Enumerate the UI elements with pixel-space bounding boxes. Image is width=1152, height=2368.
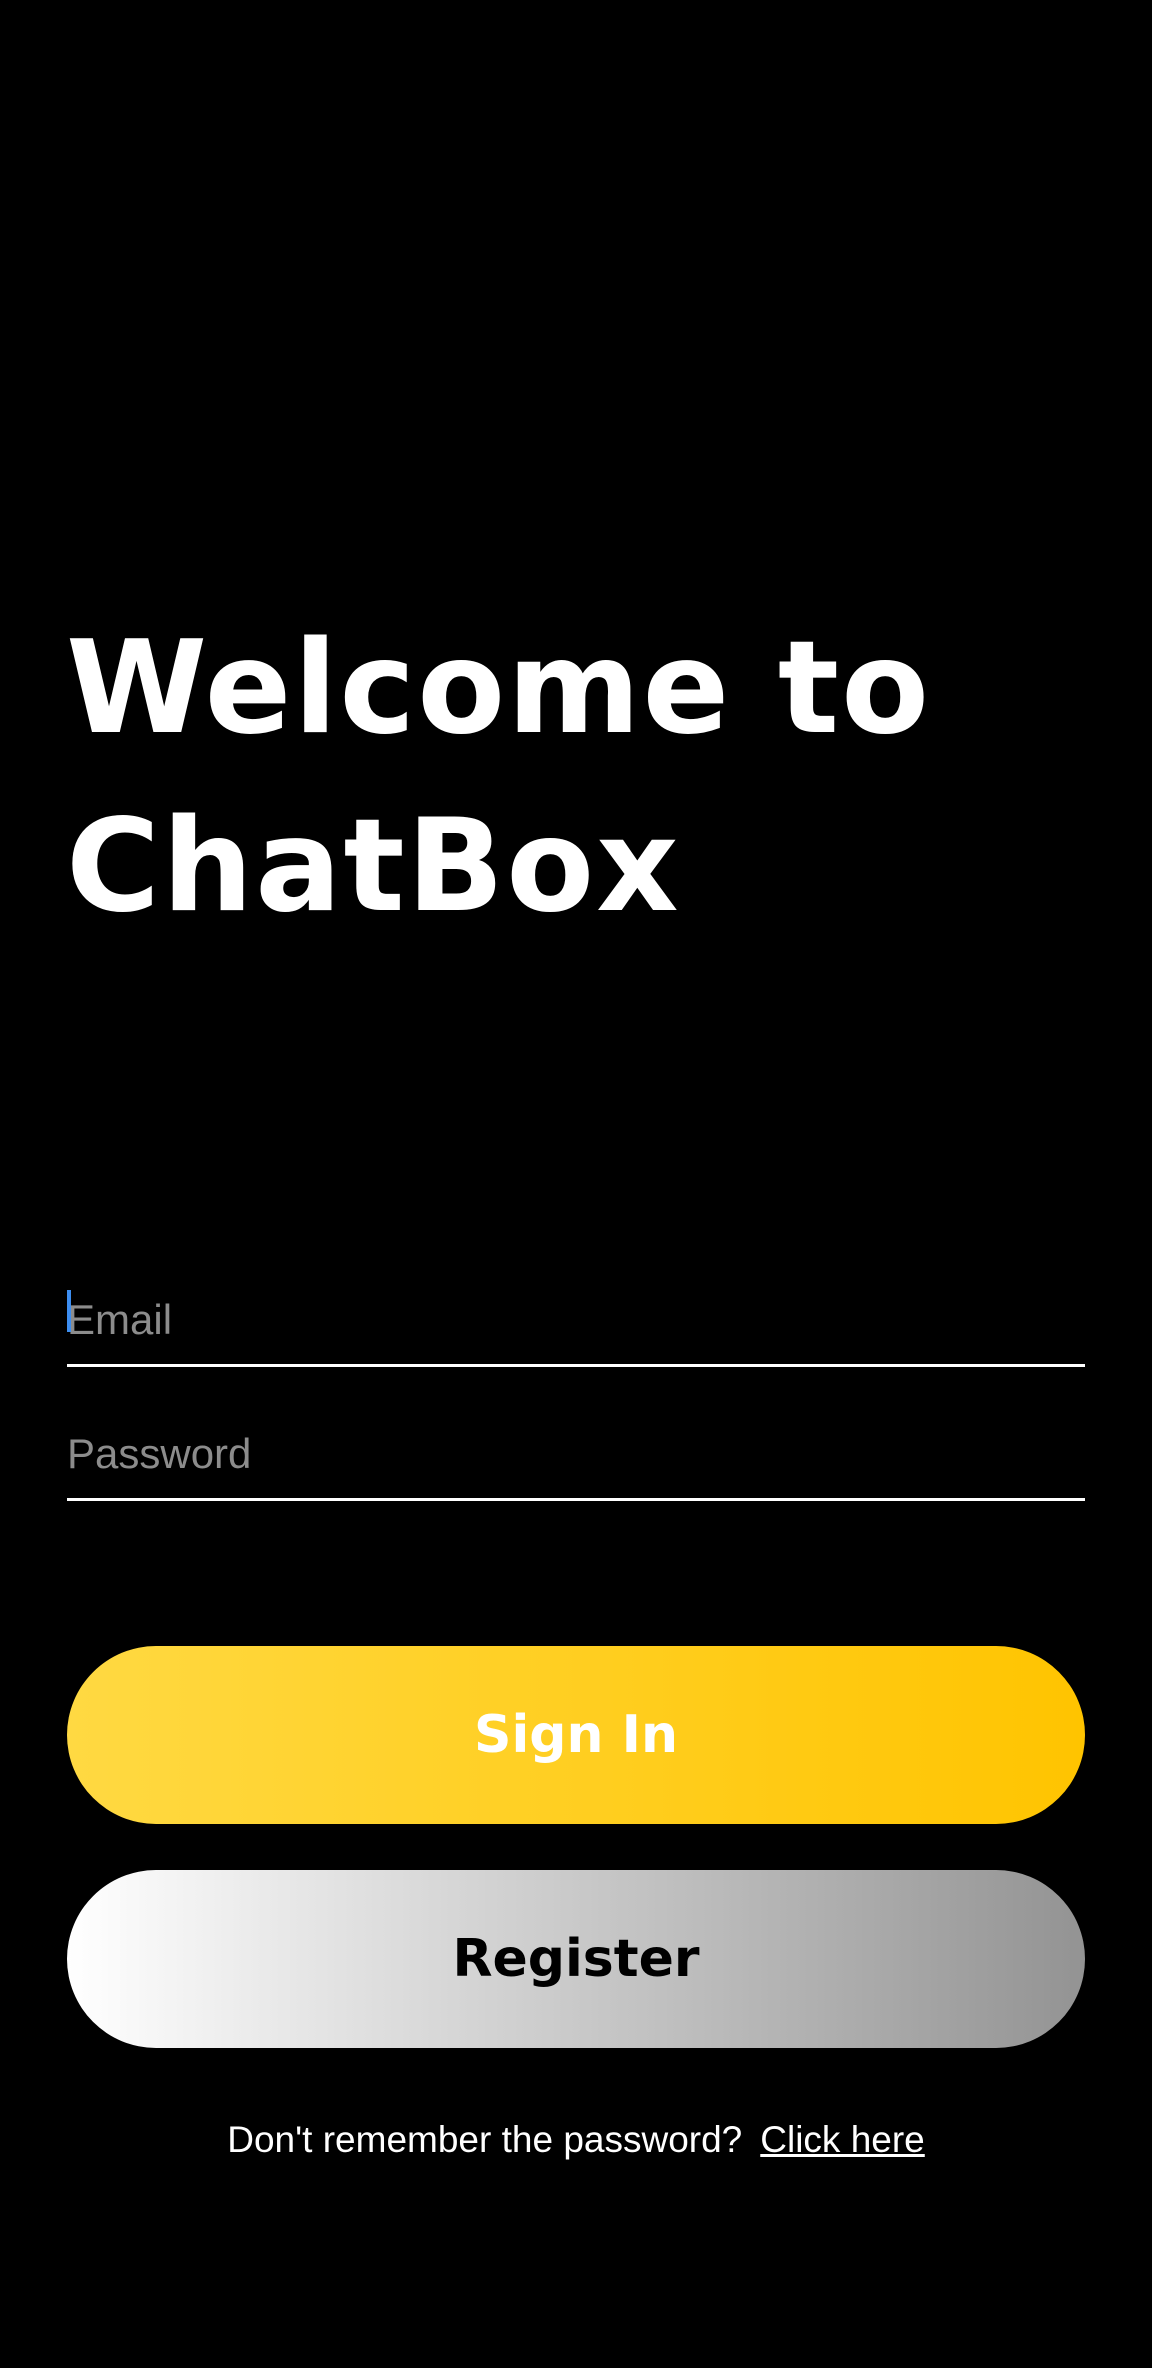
forgot-password-prompt: Don't remember the password? [227,2119,743,2160]
password-field [67,1410,1085,1501]
welcome-heading-line-2: ChatBox [66,792,681,941]
sign-in-button[interactable]: Sign In [67,1646,1085,1824]
password-input[interactable] [67,1410,1085,1498]
login-screen: Welcome to ChatBox Sign In Register Don'… [0,0,1152,2368]
register-button[interactable]: Register [67,1870,1085,2048]
welcome-heading-line-1: Welcome to [66,614,931,763]
email-input[interactable] [67,1276,1085,1364]
text-cursor [67,1290,71,1332]
email-field [67,1276,1085,1367]
forgot-password-link[interactable]: Click here [760,2119,925,2160]
forgot-password-row: Don't remember the password? Click here [0,2112,1152,2168]
welcome-heading: Welcome to ChatBox [66,600,1086,956]
